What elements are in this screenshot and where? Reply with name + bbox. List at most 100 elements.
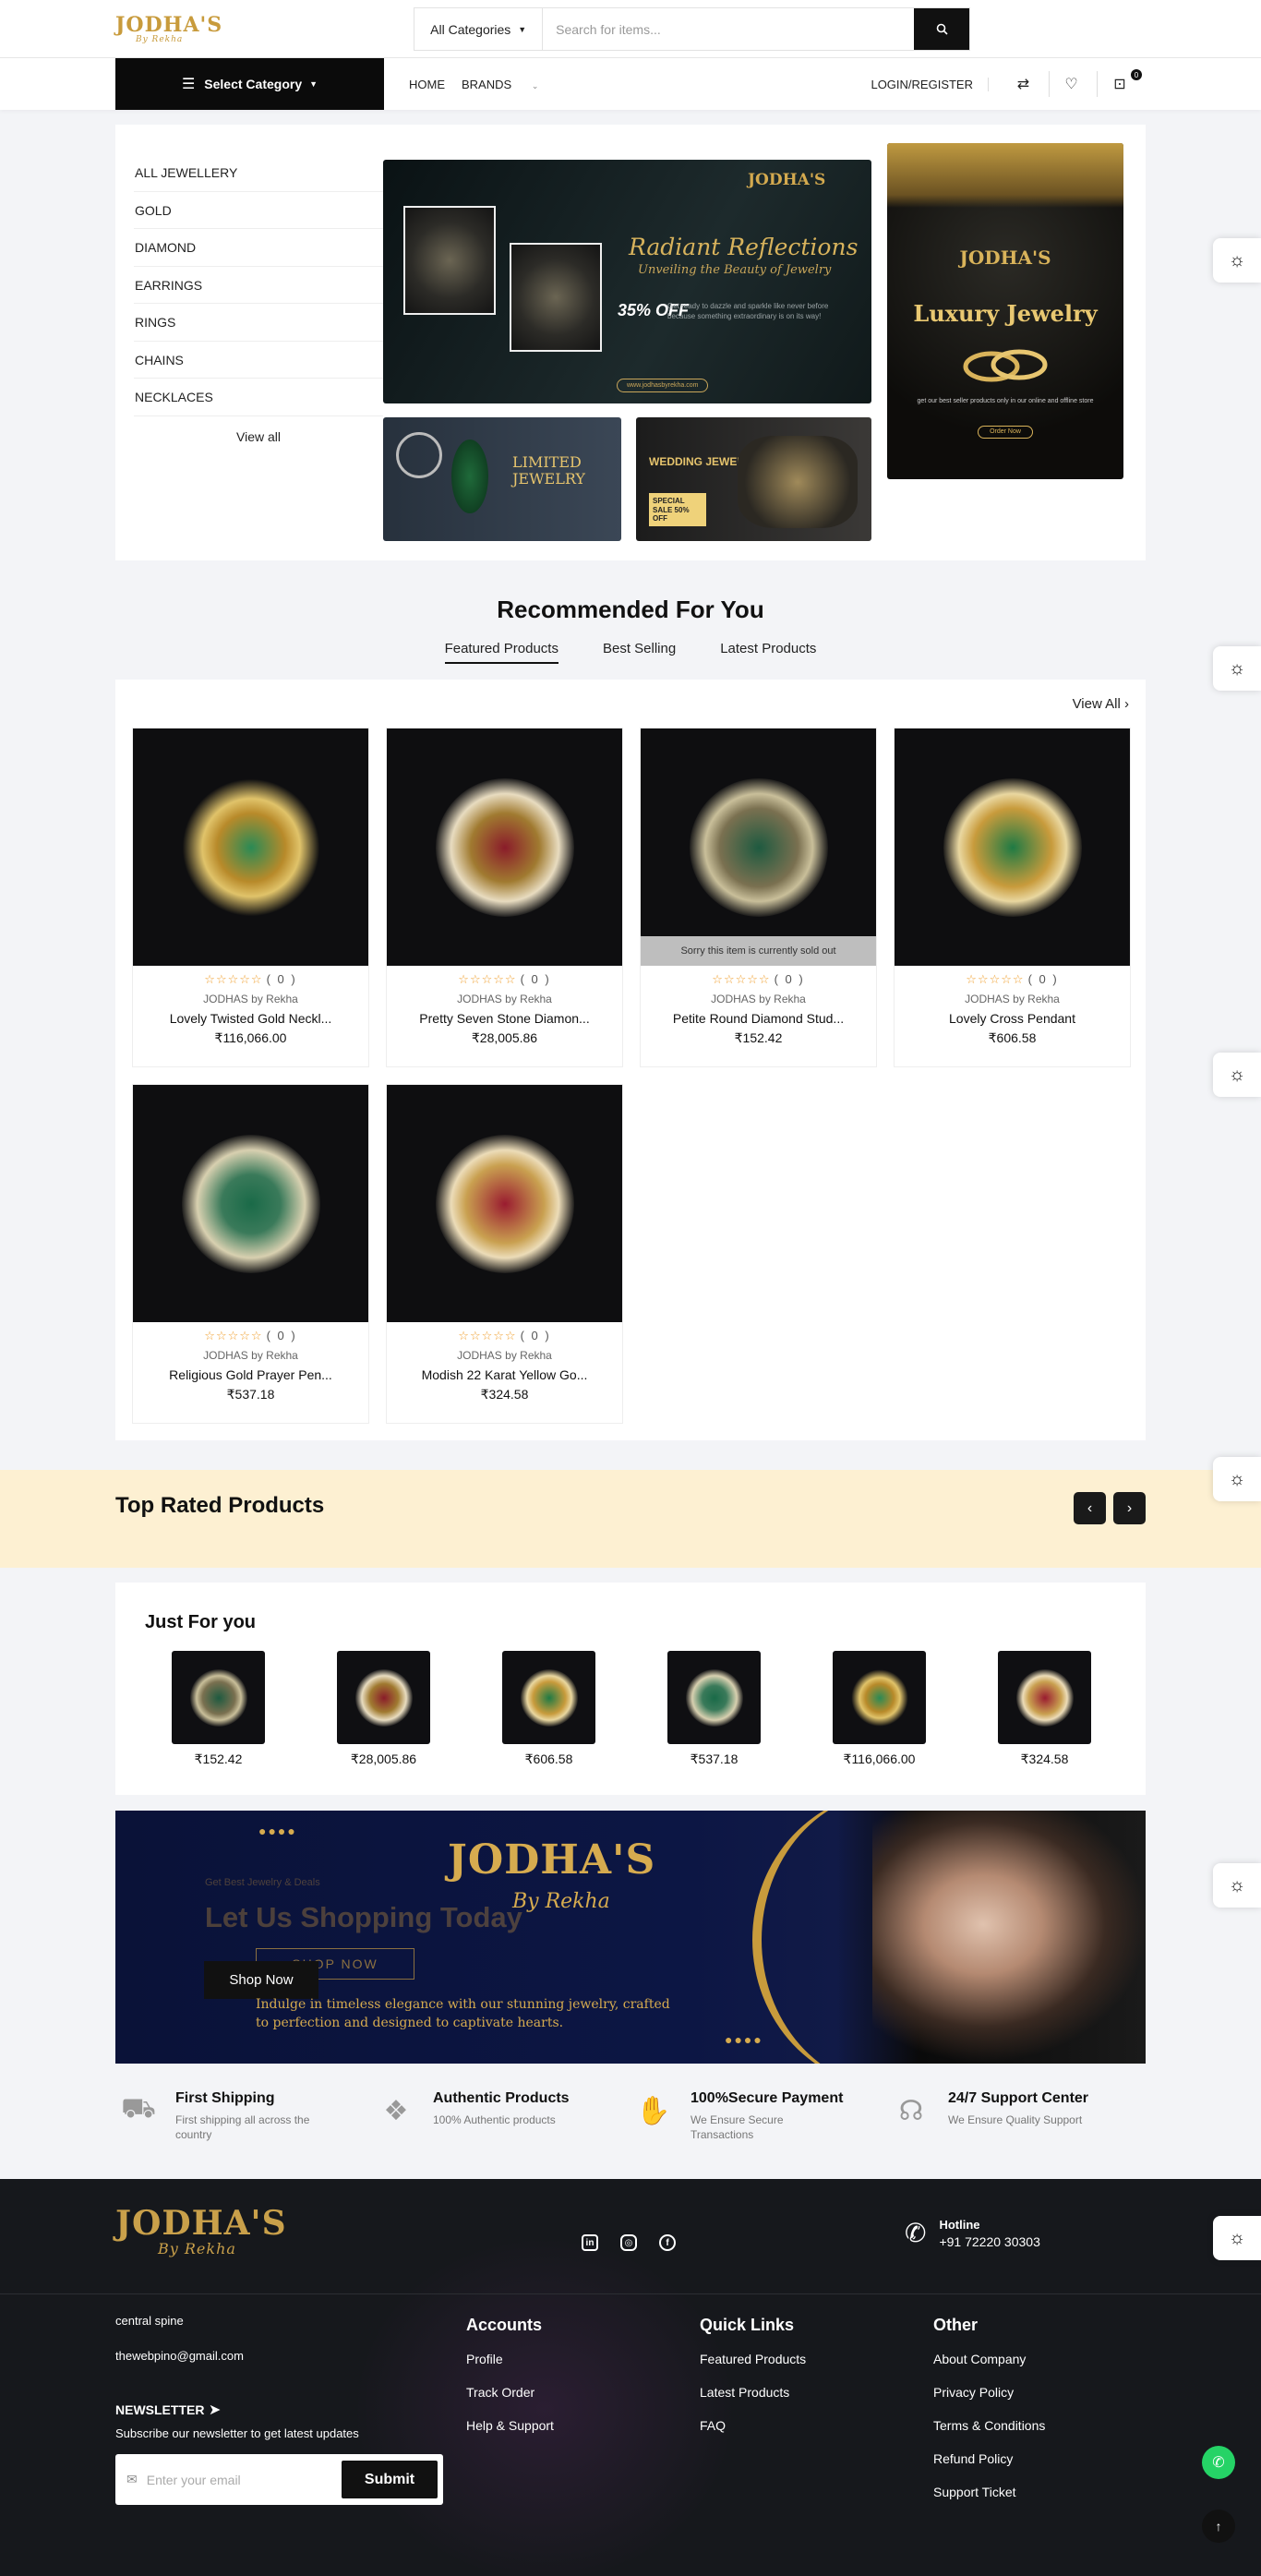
theme-toggle-button[interactable]: ☼ (1213, 2216, 1261, 2260)
product-name[interactable]: Lovely Twisted Gold Neckl... (133, 1011, 368, 1026)
footer-logo[interactable]: JODHA'S By Rekha (115, 2207, 287, 2257)
list-item[interactable]: ₹324.58 (998, 1651, 1091, 1767)
banner-subtitle: Unveiling the Beauty of Jewelry (638, 263, 832, 277)
categories-view-all-link[interactable]: View all (134, 416, 383, 444)
hotline-number[interactable]: +91 72220 30303 (939, 2234, 1039, 2249)
whatsapp-button[interactable]: ✆ (1202, 2446, 1235, 2479)
footer-quick-links-column: Quick Links Featured Products Latest Pro… (700, 2316, 806, 2451)
product-name[interactable]: Petite Round Diamond Stud... (641, 1011, 876, 1026)
footer-link-refund-policy[interactable]: Refund Policy (933, 2451, 1045, 2466)
list-item[interactable]: ₹537.18 (667, 1651, 761, 1767)
carousel-next-button[interactable]: › (1113, 1492, 1146, 1524)
product-card[interactable]: ☆☆☆☆☆( 0 ) JODHAS by Rekha Religious Gol… (132, 1084, 369, 1424)
instagram-icon[interactable]: ◎ (620, 2234, 637, 2251)
product-card[interactable]: ☆☆☆☆☆( 0 ) JODHAS by Rekha Modish 22 Kar… (386, 1084, 623, 1424)
feature-item: ✋ 100%Secure Payment We Ensure Secure Tra… (630, 2088, 888, 2142)
footer-email[interactable]: thewebpino@gmail.com (115, 2349, 244, 2363)
category-item[interactable]: RINGS (134, 304, 383, 342)
product-name[interactable]: Religious Gold Prayer Pen... (133, 1367, 368, 1382)
theme-toggle-button[interactable]: ☼ (1213, 1053, 1261, 1097)
theme-toggle-button[interactable]: ☼ (1213, 238, 1261, 283)
product-tabs: Featured Products Best Selling Latest Pr… (115, 641, 1146, 664)
product-name[interactable]: Lovely Cross Pendant (895, 1011, 1130, 1026)
product-rating: ☆☆☆☆☆( 0 ) (133, 1329, 368, 1343)
product-name[interactable]: Modish 22 Karat Yellow Go... (387, 1367, 622, 1382)
sun-icon: ☼ (1228, 1874, 1246, 1896)
product-image: Sorry this item is currently sold out (641, 728, 876, 966)
carousel-prev-button[interactable]: ‹ (1074, 1492, 1106, 1524)
category-item[interactable]: ALL JEWELLERY (134, 154, 383, 192)
search-category-select[interactable]: All Categories ▼ (414, 8, 544, 50)
footer-link-faq[interactable]: FAQ (700, 2418, 806, 2433)
footer-link-privacy-policy[interactable]: Privacy Policy (933, 2385, 1045, 2400)
cart-button[interactable]: ⊡ 0 (1105, 69, 1146, 97)
facebook-icon[interactable]: f (659, 2234, 676, 2251)
footer-link-help-support[interactable]: Help & Support (466, 2418, 554, 2433)
feature-item: ⛟ First Shipping First shipping all acros… (115, 2088, 373, 2142)
search-button[interactable] (914, 8, 970, 50)
footer-link-support-ticket[interactable]: Support Ticket (933, 2485, 1045, 2499)
linkedin-icon[interactable]: in (582, 2234, 598, 2251)
necklace-graphic (1015, 1668, 1074, 1727)
list-item[interactable]: ₹152.42 (172, 1651, 265, 1767)
hotline-block: ✆ Hotline +91 72220 30303 (905, 2218, 1040, 2249)
model-image (872, 1811, 1146, 2064)
product-card[interactable]: ☆☆☆☆☆( 0 ) JODHAS by Rekha Lovely Twiste… (132, 728, 369, 1067)
just-for-you-section: Just For you ₹152.42 ₹28,005.86 ₹606.58 … (115, 1583, 1146, 1795)
list-item[interactable]: ₹606.58 (502, 1651, 595, 1767)
select-category-button[interactable]: ☰ Select Category ▼ (115, 58, 384, 110)
category-item[interactable]: NECKLACES (134, 379, 383, 416)
footer-column-title: Quick Links (700, 2316, 795, 2334)
radiant-reflections-banner[interactable]: JODHA'S Radiant Reflections Unveiling th… (383, 160, 871, 403)
product-brand: JODHAS by Rekha (457, 993, 552, 1005)
product-card[interactable]: ☆☆☆☆☆( 0 ) JODHAS by Rekha Lovely Cross … (894, 728, 1131, 1067)
theme-toggle-button[interactable]: ☼ (1213, 1457, 1261, 1501)
feature-title: First Shipping (175, 2090, 275, 2106)
category-item[interactable]: GOLD (134, 192, 383, 229)
newsletter-submit-button[interactable]: Submit (342, 2461, 438, 2498)
site-logo[interactable]: JODHA'S By Rekha (115, 15, 222, 44)
product-name[interactable]: Pretty Seven Stone Diamon... (387, 1011, 622, 1026)
recommended-title: Recommended For You (497, 596, 764, 623)
search-icon (936, 23, 948, 35)
limited-jewelry-banner[interactable]: LIMITED JEWELRY (383, 417, 621, 541)
login-register-link[interactable]: LOGIN/REGISTER (871, 77, 989, 91)
nav-link-brands[interactable]: BRANDS ⌄ (462, 78, 555, 91)
view-all-link[interactable]: View All › (1073, 696, 1129, 712)
product-card[interactable]: ☆☆☆☆☆( 0 ) JODHAS by Rekha Pretty Seven … (386, 728, 623, 1067)
footer-link-profile[interactable]: Profile (466, 2352, 554, 2366)
chevron-right-icon: › (1126, 1499, 1133, 1516)
newsletter-email-input[interactable] (146, 2472, 342, 2487)
footer-link-track-order[interactable]: Track Order (466, 2385, 554, 2400)
shop-now-button[interactable]: Shop Now (204, 1961, 318, 1999)
footer-column-title: Other (933, 2316, 979, 2334)
envelope-icon: ✉ (126, 2472, 138, 2486)
footer-link-latest-products[interactable]: Latest Products (700, 2385, 806, 2400)
product-price: ₹606.58 (524, 1751, 573, 1766)
wishlist-button[interactable]: ♡ (1057, 71, 1098, 97)
search-input[interactable] (543, 8, 915, 50)
luxury-order-button[interactable]: Order Now (978, 426, 1033, 439)
luxury-jewelry-banner[interactable]: JODHA'S Luxury Jewelry get our best sell… (887, 143, 1123, 479)
wedding-jewelry-banner[interactable]: WEDDING JEWELRY SPECIAL SALE 50% OFF (636, 417, 871, 541)
hotline-label: Hotline (939, 2218, 980, 2232)
theme-toggle-button[interactable]: ☼ (1213, 1863, 1261, 1908)
list-item[interactable]: ₹28,005.86 (337, 1651, 430, 1767)
nav-link-home[interactable]: HOME (409, 78, 445, 91)
category-item[interactable]: CHAINS (134, 342, 383, 379)
tab-featured-products[interactable]: Featured Products (444, 641, 558, 664)
footer-link-about-company[interactable]: About Company (933, 2352, 1045, 2366)
scroll-to-top-button[interactable]: ↑ (1202, 2510, 1235, 2543)
send-icon: ➤ (208, 2402, 222, 2418)
category-item[interactable]: DIAMOND (134, 229, 383, 267)
tab-latest-products[interactable]: Latest Products (720, 641, 816, 664)
footer-link-terms[interactable]: Terms & Conditions (933, 2418, 1045, 2433)
product-card[interactable]: Sorry this item is currently sold out ☆☆… (640, 728, 877, 1067)
category-item[interactable]: EARRINGS (134, 267, 383, 304)
footer-link-featured-products[interactable]: Featured Products (700, 2352, 806, 2366)
list-item[interactable]: ₹116,066.00 (833, 1651, 926, 1767)
theme-toggle-button[interactable]: ☼ (1213, 646, 1261, 691)
tab-best-selling[interactable]: Best Selling (603, 641, 676, 664)
compare-button[interactable]: ⇄ (1009, 71, 1050, 97)
feature-item: ☊ 24/7 Support Center We Ensure Quality S… (888, 2088, 1146, 2142)
